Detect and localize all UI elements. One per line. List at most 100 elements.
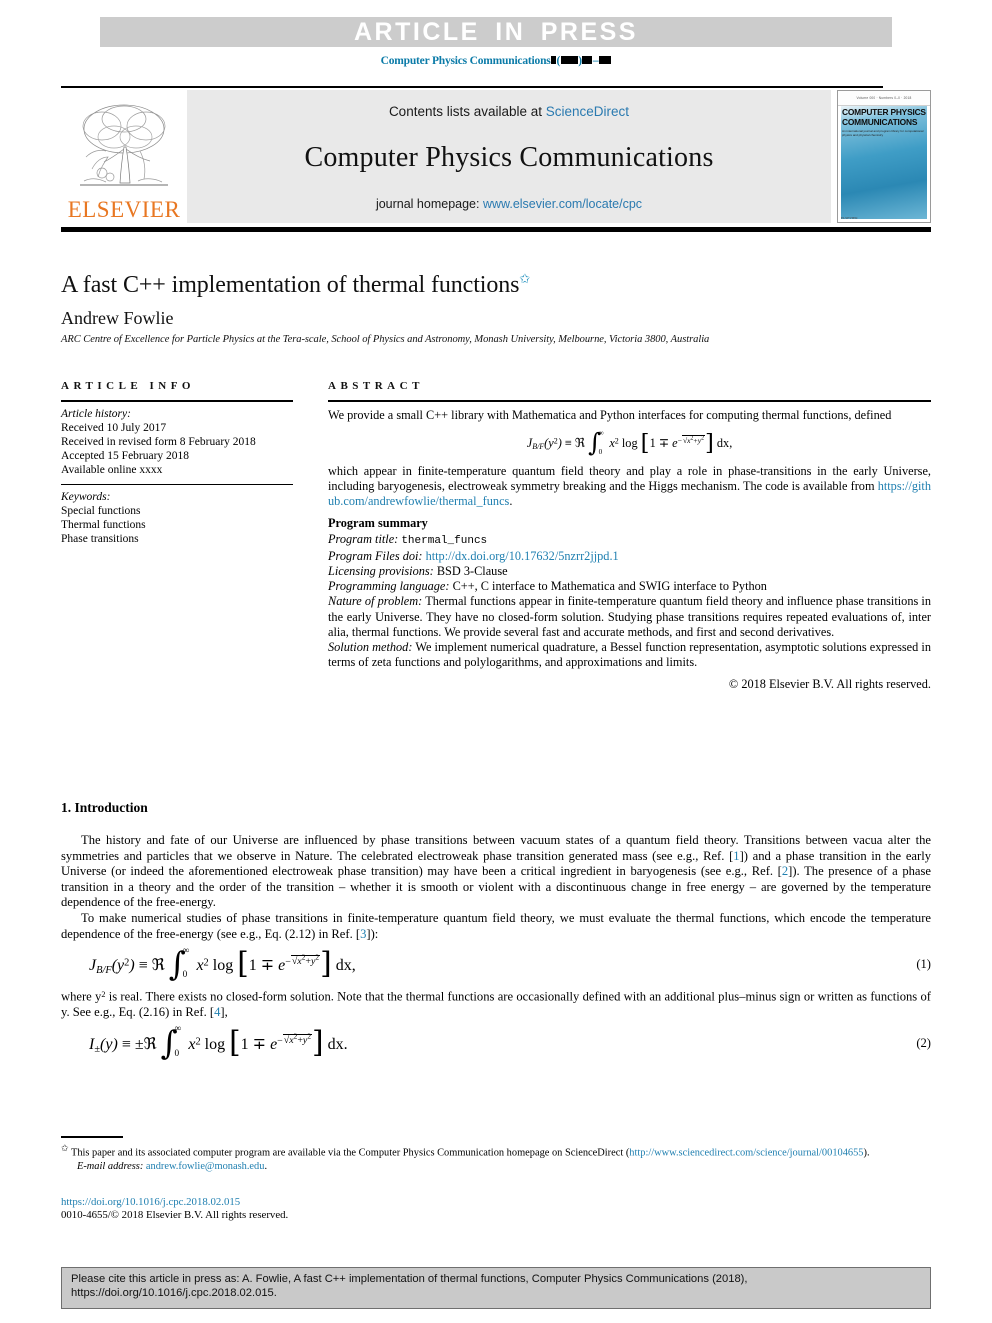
paper-title-text: A fast C++ implementation of thermal fun… [61, 272, 520, 298]
keyword-item: Thermal functions [61, 519, 146, 531]
article-in-press-banner: ARTICLE IN PRESS [100, 17, 892, 47]
journal-cover-title: COMPUTER PHYSICS COMMUNICATIONS [842, 107, 926, 127]
abstract-paragraph-2: which appear in finite-temperature quant… [328, 464, 931, 510]
page-title: A fast C++ implementation of thermal fun… [61, 271, 931, 300]
journal-title: Computer Physics Communications [304, 142, 714, 173]
contents-prefix: Contents lists available at [388, 104, 546, 119]
introduction-paragraph-3: where y2 is real. There exists no closed… [61, 989, 931, 1020]
intro-p3-a: where y [61, 989, 102, 1004]
licensing-line: Licensing provisions: BSD 3-Clause [328, 564, 931, 579]
keyword-item: Phase transitions [61, 533, 139, 545]
keywords-label: Keywords: [61, 491, 111, 503]
citation-line-1: Please cite this article in press as: A.… [71, 1273, 748, 1285]
journal-cover-subtitle: An international journal and program lib… [842, 129, 924, 137]
keyword-item: Special functions [61, 505, 141, 517]
solution-method-value: We implement numerical quadrature, a Bes… [328, 640, 931, 670]
intro-p2-b: ]): [366, 926, 379, 941]
article-in-press-text: ARTICLE IN PRESS [354, 17, 638, 46]
elsevier-wordmark: ELSEVIER [67, 197, 181, 222]
email-suffix: . [264, 1160, 268, 1172]
intro-p2-a: To make numerical studies of phase trans… [61, 910, 931, 941]
running-head-dash: – [592, 55, 599, 67]
running-head-paren-close: ) [578, 55, 582, 67]
footnote-text: ✩ This paper and its associated computer… [61, 1142, 931, 1160]
journal-homepage-link[interactable]: www.elsevier.com/locate/cpc [483, 197, 642, 211]
sciencedirect-link[interactable]: ScienceDirect [546, 104, 629, 119]
licensing-label: Licensing provisions: [328, 564, 434, 579]
column-gap [293, 380, 328, 692]
running-head-journal: Computer Physics Communications [380, 55, 551, 67]
equation-1-row: JB/F(y2) ≡ ℜ ∫ ∞ 0 x2 log [1 ∓ e−√x2+y2] d… [61, 945, 931, 984]
journal-cover-topbar-text: Volume 000 · Numbers 0–0 · 2018 [856, 96, 912, 100]
abstract-equation-math: JB/F(y2) ≡ ℜ ∫ ∞ 0 x2 log [1 ∓ e−√x2+y2] d… [526, 428, 733, 458]
journal-masthead: ELSEVIER Contents lists available at Sci… [61, 90, 931, 223]
program-files-doi-link[interactable]: http://dx.doi.org/10.17632/5nzrr2jjpd.1 [426, 549, 619, 563]
footnote-rule [61, 1136, 123, 1138]
info-abstract-columns: ARTICLE INFO Article history: Received 1… [61, 380, 931, 692]
sciencedirect-journal-link[interactable]: http://www.sciencedirect.com/science/jou… [629, 1147, 863, 1158]
elsevier-logo: ELSEVIER [61, 90, 187, 223]
abstract-heading: ABSTRACT [328, 380, 424, 392]
article-info-column: ARTICLE INFO Article history: Received 1… [61, 380, 293, 692]
equation-2-row: I±(y) ≡ ±ℜ ∫ ∞ 0 x2 log [1 ∓ e−√x2+y2] dx.… [61, 1025, 931, 1060]
program-files-doi-line: Program Files doi: http://dx.doi.org/10.… [328, 549, 931, 564]
solution-method-label: Solution method: [328, 640, 413, 655]
author-email-link[interactable]: andrew.fowlie@monash.edu [146, 1161, 265, 1172]
running-head: Computer Physics Communications () – [0, 55, 992, 67]
introduction-heading: 1. Introduction [61, 800, 148, 815]
solution-method-line: Solution method: We implement numerical … [328, 640, 931, 670]
placeholder-block-pageend [598, 56, 611, 64]
abstract-para2-before-link: which appear in finite-temperature quant… [328, 463, 931, 494]
homepage-prefix: journal homepage: [375, 197, 483, 211]
masthead-bottom-rule [61, 227, 931, 232]
program-files-doi-label: Program Files doi: [328, 548, 423, 563]
elsevier-tree-icon [80, 104, 168, 186]
programming-language-line: Programming language: C++, C interface t… [328, 579, 931, 594]
citation-box: Please cite this article in press as: A.… [61, 1267, 931, 1309]
footnote-email-line: E-mail address: andrew.fowlie@monash.edu… [61, 1161, 931, 1174]
equation-2-body: I±(y) ≡ ±ℜ ∫ ∞ 0 x2 log [1 ∓ e−√x2+y2] dx. [61, 1025, 891, 1060]
article-history-block: Article history: Received 10 July 2017 R… [61, 402, 293, 477]
program-summary-heading: Program summary [328, 516, 428, 531]
article-history-item: Accepted 15 February 2018 [61, 449, 190, 462]
nature-of-problem-line: Nature of problem: Thermal functions app… [328, 594, 931, 640]
contents-list-line: Contents lists available at ScienceDirec… [389, 104, 629, 119]
program-title-label: Program title: [328, 531, 399, 546]
journal-cover-thumbnail: Volume 000 · Numbers 0–0 · 2018 COMPUTER… [837, 90, 931, 223]
footnote-text-a: This paper and its associated computer p… [70, 1147, 630, 1159]
paper-page: ARTICLE IN PRESS Computer Physics Commun… [0, 0, 992, 1323]
equation-1-math: JB/F(y2) ≡ ℜ ∫ ∞ 0 x2 log [1 ∓ e−√x2+y2] d… [89, 945, 356, 984]
licensing-value: BSD 3-Clause [436, 564, 508, 579]
abstract-column: ABSTRACT We provide a small C++ library … [328, 380, 931, 692]
footnote-marker-icon: ✩ [61, 1142, 69, 1153]
journal-cover-topbar: Volume 000 · Numbers 0–0 · 2018 [838, 91, 930, 106]
intro-p3-b: is real. There exists no closed-form sol… [61, 989, 931, 1020]
keywords-block: Keywords: Special functions Thermal func… [61, 485, 293, 546]
masthead-center: Contents lists available at ScienceDirec… [187, 90, 831, 223]
author-name: Andrew Fowlie [61, 307, 174, 328]
nature-of-problem-label: Nature of problem: [328, 594, 423, 609]
placeholder-block-volume [551, 56, 557, 64]
abstract-paragraph-1: We provide a small C++ library with Math… [328, 407, 892, 422]
article-history-label: Article history: [61, 407, 131, 420]
journal-cover-elsevier: ELSEVIER [841, 216, 858, 220]
abstract-body: We provide a small C++ library with Math… [328, 402, 931, 692]
article-doi-link[interactable]: https://doi.org/10.1016/j.cpc.2018.02.01… [61, 1196, 661, 1209]
abstract-equation: JB/F(y2) ≡ ℜ ∫ ∞ 0 x2 log [1 ∓ e−√x2+y2] d… [328, 428, 931, 458]
abstract-para2-after-link: . [509, 494, 513, 509]
article-history-item: Available online xxxx [61, 463, 163, 476]
intro-p3-c: ], [220, 1005, 228, 1020]
introduction-paragraph-1: The history and fate of our Universe are… [61, 833, 931, 911]
masthead-top-rule [61, 86, 883, 88]
abstract-copyright: © 2018 Elsevier B.V. All rights reserved… [728, 676, 931, 691]
programming-language-label: Programming language: [328, 579, 450, 594]
title-footnote-marker[interactable]: ✩ [519, 271, 530, 286]
author-affiliation: ARC Centre of Excellence for Particle Ph… [61, 334, 710, 346]
equation-2-number: (2) [916, 1035, 931, 1050]
publication-info-block: https://doi.org/10.1016/j.cpc.2018.02.01… [61, 1196, 661, 1222]
journal-cover-title-line2: COMMUNICATIONS [842, 116, 918, 127]
issn-copyright-line: 0010-4655/© 2018 Elsevier B.V. All right… [61, 1209, 289, 1221]
email-label: E-mail address: [77, 1160, 144, 1172]
footnote-text-b: ). [863, 1147, 870, 1159]
program-title-line: Program title: thermal_funcs [328, 532, 931, 549]
